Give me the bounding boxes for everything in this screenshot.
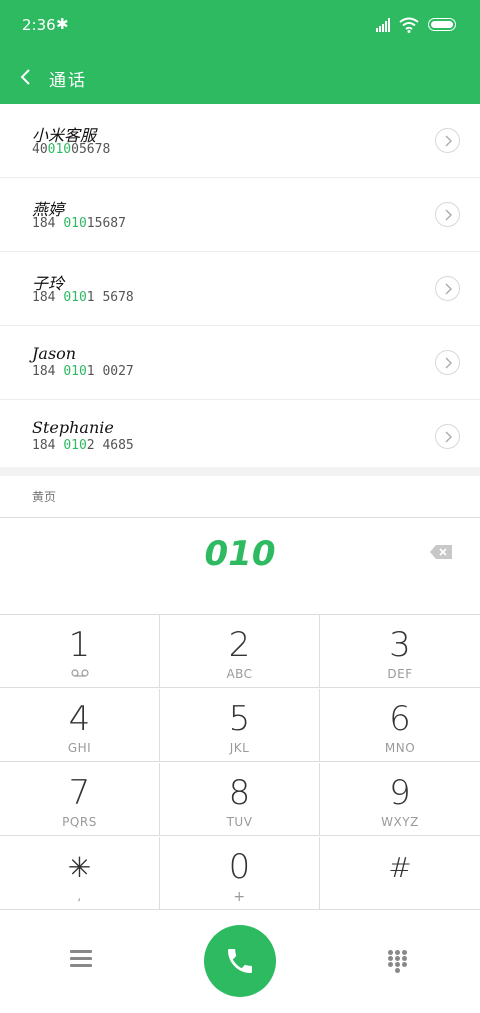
number-match: 010	[63, 290, 87, 305]
phone-icon	[228, 949, 252, 973]
key-9[interactable]: 9 WXYZ	[320, 763, 480, 836]
number-match: 010	[47, 142, 72, 157]
contact-row[interactable]: 小米客服 4001005678	[0, 104, 480, 178]
status-time: 2:36	[22, 16, 56, 34]
page-title: 通话	[49, 71, 87, 91]
contact-number: 184 0101 5678	[32, 290, 134, 305]
key-8[interactable]: 8 TUV	[160, 763, 320, 836]
contact-row[interactable]: 子玲 184 0101 5678	[0, 252, 480, 326]
chevron-right-icon	[445, 283, 452, 295]
contact-number: 184 0102 4685	[32, 438, 134, 453]
dial-display: 010	[0, 518, 480, 614]
contact-detail-button[interactable]	[435, 350, 460, 375]
dial-keypad: 1 2 ABC 3 DEF 4 GHI 5 JKL 6 MNO 7 PQRS 8…	[0, 614, 480, 911]
chevron-right-icon	[445, 209, 452, 221]
number-match: 010	[63, 364, 87, 379]
contact-detail-button[interactable]	[435, 202, 460, 227]
bottom-action-bar	[0, 910, 480, 1013]
contact-number: 4001005678	[32, 142, 111, 157]
section-label-yellow-pages[interactable]: 黄页	[32, 488, 56, 505]
contact-detail-button[interactable]	[435, 424, 460, 449]
contact-row[interactable]: Stephanie 184 0102 4685	[0, 400, 480, 473]
app-header: 通话	[0, 50, 480, 104]
key-6[interactable]: 6 MNO	[320, 689, 480, 762]
chevron-right-icon	[445, 431, 452, 443]
call-button[interactable]	[204, 925, 276, 997]
backspace-icon[interactable]	[430, 545, 452, 559]
dialed-number: 010	[204, 534, 276, 574]
key-7[interactable]: 7 PQRS	[0, 763, 160, 836]
number-match: 010	[63, 216, 87, 231]
section-divider	[0, 467, 480, 476]
number-match: 010	[63, 438, 87, 453]
key-0[interactable]: 0 +	[160, 837, 320, 910]
key-4[interactable]: 4 GHI	[0, 689, 160, 762]
back-icon[interactable]	[16, 64, 36, 90]
signal-icon	[376, 18, 392, 32]
contact-number: 184 01015687	[32, 216, 126, 231]
key-3[interactable]: 3 DEF	[320, 615, 480, 688]
menu-icon[interactable]	[70, 950, 92, 968]
contact-name: Stephanie	[32, 418, 114, 437]
chevron-right-icon	[445, 135, 452, 147]
contact-name: Jason	[32, 344, 77, 363]
battery-icon	[428, 18, 456, 31]
key-5[interactable]: 5 JKL	[160, 689, 320, 762]
key-star[interactable]: ✳ ,	[0, 837, 160, 910]
contact-detail-button[interactable]	[435, 128, 460, 153]
wifi-icon	[399, 17, 419, 33]
status-bar: 2:36 ✱	[0, 0, 480, 50]
voicemail-icon	[71, 669, 89, 677]
contact-detail-button[interactable]	[435, 276, 460, 301]
contact-row[interactable]: 燕婷 184 01015687	[0, 178, 480, 252]
key-1[interactable]: 1	[0, 615, 160, 688]
key-2[interactable]: 2 ABC	[160, 615, 320, 688]
key-hash[interactable]: #	[320, 837, 480, 910]
contact-row[interactable]: Jason 184 0101 0027	[0, 326, 480, 400]
bluetooth-icon: ✱	[56, 15, 69, 33]
contact-number: 184 0101 0027	[32, 364, 134, 379]
chevron-right-icon	[445, 357, 452, 369]
contact-results-list: 小米客服 4001005678 燕婷 184 01015687 子玲 184 0…	[0, 104, 480, 473]
dialpad-icon[interactable]	[388, 950, 408, 974]
